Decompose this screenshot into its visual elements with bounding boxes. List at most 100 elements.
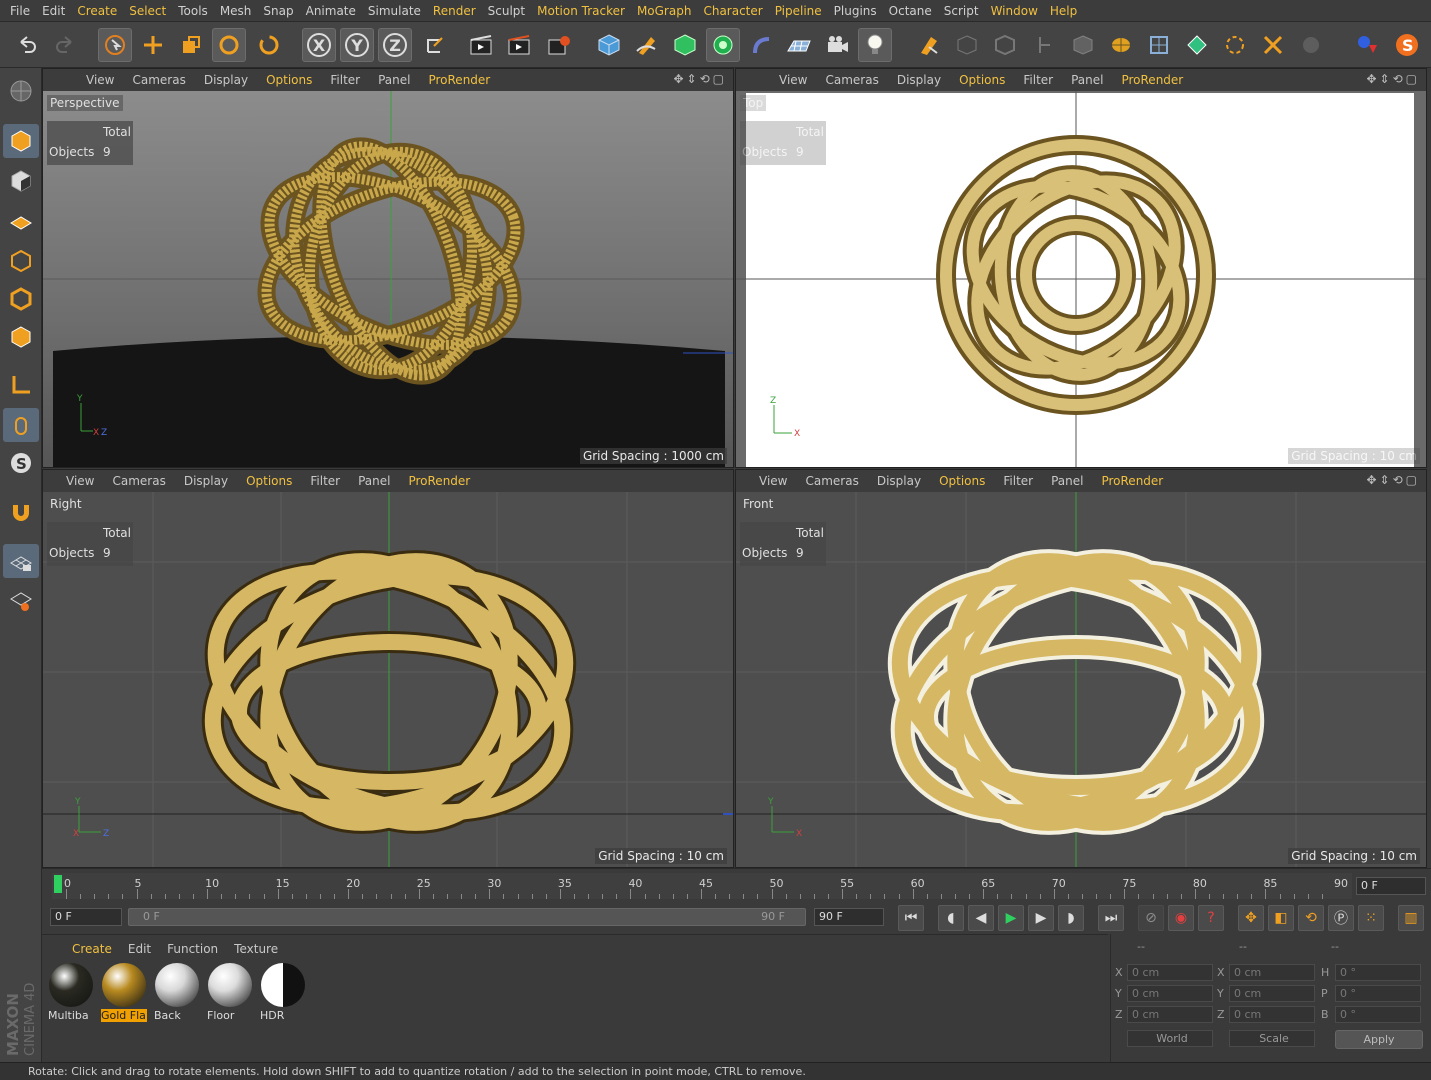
pen-spline-icon[interactable] (630, 28, 664, 62)
material-menu-create[interactable]: Create (64, 942, 120, 956)
menu-display[interactable]: Display (888, 73, 950, 87)
viewport-nav-icons[interactable]: ✥⇕⟲▢ (1366, 473, 1420, 487)
current-frame-field[interactable]: 0 F (1356, 877, 1426, 895)
live-selection-icon[interactable] (98, 28, 132, 62)
render-view-icon[interactable] (464, 28, 498, 62)
edges-mode-icon[interactable] (988, 28, 1022, 62)
menu-file[interactable]: File (4, 4, 36, 18)
menu-window[interactable]: Window (985, 4, 1044, 18)
menu-options[interactable]: Options (930, 474, 994, 488)
redo-icon[interactable] (48, 28, 82, 62)
render-to-picture-viewer-icon[interactable] (502, 28, 536, 62)
play-icon[interactable]: ▶ (998, 905, 1024, 931)
camera-object-icon[interactable] (820, 28, 854, 62)
menu-mograph[interactable]: MoGraph (631, 4, 698, 18)
viewport-nav-icons[interactable]: ✥⇕⟲▢ (1366, 72, 1420, 86)
menu-view[interactable]: View (57, 474, 103, 488)
menu-panel[interactable]: Panel (349, 474, 399, 488)
menu-simulate[interactable]: Simulate (362, 4, 427, 18)
enable-axis-icon[interactable] (3, 368, 39, 402)
y-axis-lock-button[interactable]: Y (340, 28, 374, 62)
coord-value-field[interactable]: 0 cm (1229, 964, 1315, 981)
undo-icon[interactable] (10, 28, 44, 62)
material-menu-edit[interactable]: Edit (120, 942, 159, 956)
front-canvas[interactable]: Y X (736, 492, 1426, 867)
solo-icon[interactable]: S (3, 446, 39, 480)
coord-value-field[interactable]: 0 cm (1127, 985, 1213, 1002)
tweak-mode-icon[interactable] (1256, 28, 1290, 62)
menu-panel[interactable]: Panel (1062, 73, 1112, 87)
tweak-tool-icon[interactable] (3, 408, 39, 442)
menu-display[interactable]: Display (195, 73, 257, 87)
move-icon[interactable] (136, 28, 170, 62)
coord-value-field[interactable]: 0 ° (1335, 1006, 1421, 1023)
rotation-key-icon[interactable]: ⟲ (1298, 905, 1324, 931)
subdivision-surface-icon[interactable] (668, 28, 702, 62)
menu-octane[interactable]: Octane (883, 4, 938, 18)
go-to-start-icon[interactable]: ⏮ (898, 905, 924, 931)
keyframe-selection-icon[interactable]: ? (1198, 905, 1224, 931)
menu-panel[interactable]: Panel (369, 73, 419, 87)
locked-workplane-icon[interactable] (1294, 28, 1328, 62)
material-menu-function[interactable]: Function (159, 942, 226, 956)
coord-space-dropdown[interactable]: World (1127, 1030, 1213, 1047)
menu-cameras[interactable]: Cameras (103, 474, 174, 488)
coord-scale-dropdown[interactable]: Scale (1229, 1030, 1315, 1047)
coord-value-field[interactable]: 0 cm (1229, 1006, 1315, 1023)
menu-cameras[interactable]: Cameras (816, 73, 887, 87)
previous-frame-icon[interactable]: ◀ (968, 905, 994, 931)
point-level-key-icon[interactable]: ⁙ (1358, 905, 1384, 931)
points-tool-icon[interactable] (3, 244, 39, 278)
coord-value-field[interactable]: 0 cm (1229, 985, 1315, 1002)
recent-tools-icon[interactable] (252, 28, 286, 62)
cloner-icon[interactable] (706, 28, 740, 62)
texture-tool-icon[interactable] (3, 164, 39, 198)
menu-animate[interactable]: Animate (300, 4, 362, 18)
viewport-front[interactable]: View Cameras Display Options Filter Pane… (735, 469, 1427, 868)
octane-icon[interactable] (1350, 28, 1384, 62)
menu-edit[interactable]: Edit (36, 4, 71, 18)
material-swatch[interactable]: Floor (205, 961, 255, 1023)
workplane-mode-icon[interactable] (1142, 28, 1176, 62)
material-swatch[interactable]: Back (152, 961, 202, 1023)
menu-prorender[interactable]: ProRender (1112, 73, 1192, 87)
menu-create[interactable]: Create (71, 4, 123, 18)
make-editable-icon[interactable] (912, 28, 946, 62)
menu-cameras[interactable]: Cameras (796, 474, 867, 488)
floor-object-icon[interactable] (782, 28, 816, 62)
menu-prorender[interactable]: ProRender (1092, 474, 1172, 488)
polygons-mode-icon[interactable] (1028, 28, 1062, 62)
viewport-top[interactable]: View Cameras Display Options Filter Pane… (735, 68, 1427, 468)
material-swatch[interactable]: HDR (258, 961, 308, 1023)
next-key-icon[interactable]: ◗ (1058, 905, 1084, 931)
menu-snap[interactable]: Snap (257, 4, 299, 18)
x-axis-lock-button[interactable]: X (302, 28, 336, 62)
points-mode-icon[interactable] (950, 28, 984, 62)
menu-character[interactable]: Character (697, 4, 768, 18)
cube-object-icon[interactable] (592, 28, 626, 62)
rotate-icon[interactable] (212, 28, 246, 62)
timeline-ruler[interactable]: 0 5 10 15 20 25 30 35 40 45 50 55 60 65 70 75 80 85 90 (52, 873, 1352, 899)
playhead-marker[interactable] (54, 875, 62, 893)
menu-display[interactable]: Display (868, 474, 930, 488)
menu-cameras[interactable]: Cameras (123, 73, 194, 87)
timeline-window-icon[interactable]: ▥ (1398, 905, 1424, 931)
viewport-nav-icons[interactable]: ✥⇕⟲▢ (673, 72, 727, 86)
magnet-snap-icon[interactable] (3, 496, 39, 530)
light-object-icon[interactable] (858, 28, 892, 62)
menu-filter[interactable]: Filter (301, 474, 349, 488)
script-s-icon[interactable]: S (1390, 28, 1424, 62)
make-preview-icon[interactable] (3, 74, 39, 108)
apply-button[interactable]: Apply (1335, 1030, 1423, 1049)
start-frame-field[interactable]: 0 F (50, 908, 122, 926)
parameter-key-icon[interactable]: Ⓟ (1328, 905, 1354, 931)
deformer-icon[interactable] (744, 28, 778, 62)
end-frame-field[interactable]: 90 F (814, 908, 884, 926)
menu-display[interactable]: Display (175, 474, 237, 488)
top-canvas[interactable]: Z X (736, 91, 1426, 467)
record-active-objects-icon[interactable]: ⊘ (1138, 905, 1164, 931)
axis-mode-icon[interactable] (1218, 28, 1252, 62)
coord-value-field[interactable]: 0 cm (1127, 1006, 1213, 1023)
viewport-right[interactable]: View Cameras Display Options Filter Pane… (42, 469, 734, 868)
menu-prorender[interactable]: ProRender (399, 474, 479, 488)
